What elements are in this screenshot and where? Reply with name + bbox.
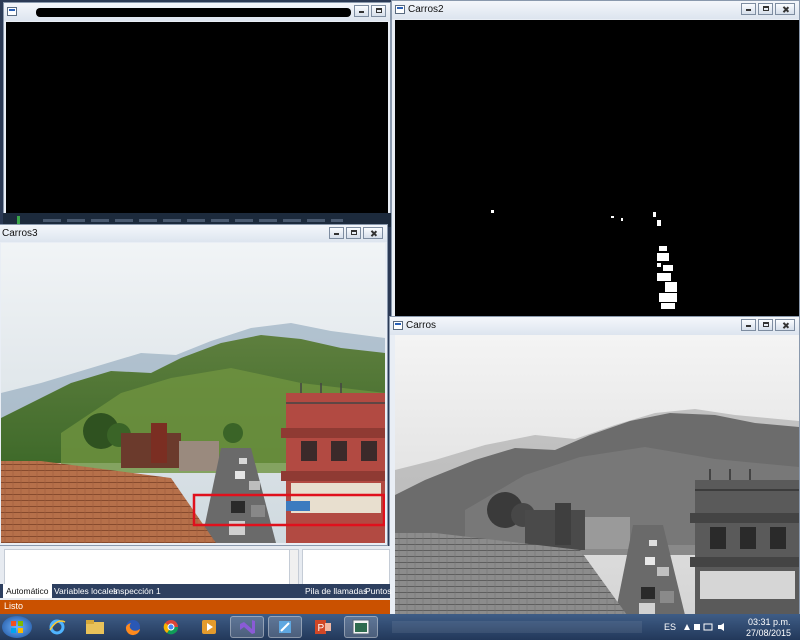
minimize-button[interactable] <box>741 319 756 331</box>
ide-panel: Automático Variables locales Inspección … <box>0 546 391 614</box>
carros3-window[interactable]: Carros3 <box>0 224 388 546</box>
taskbar-blank-region <box>392 621 642 633</box>
ide-right-pane[interactable] <box>302 549 390 587</box>
ide-tab-strip: Automático Variables locales Inspección … <box>0 584 391 598</box>
binary-mask-canvas <box>395 20 799 316</box>
minimize-button[interactable] <box>329 227 344 239</box>
visual-studio-icon[interactable] <box>230 616 264 638</box>
window-title: Carros <box>406 320 437 331</box>
powerpoint-icon[interactable]: P <box>306 616 340 638</box>
close-button[interactable] <box>775 319 795 331</box>
close-button[interactable] <box>775 3 795 15</box>
clock-date[interactable]: 27/08/2015 <box>746 628 791 638</box>
carros2-window[interactable]: Carros2 <box>391 0 800 317</box>
window-titlebar[interactable]: Carros2 <box>392 1 799 19</box>
file-explorer-icon[interactable] <box>78 616 112 638</box>
app-icon[interactable] <box>268 616 302 638</box>
minimize-button[interactable] <box>354 5 369 17</box>
show-hidden-icons-icon <box>684 624 690 630</box>
window-titlebar[interactable]: Carros3 <box>0 225 387 242</box>
close-button[interactable] <box>363 227 383 239</box>
window-titlebar[interactable] <box>4 3 390 21</box>
window-titlebar[interactable]: Carros <box>390 317 799 335</box>
camera-image-grayscale <box>395 335 799 615</box>
windows-start-icon[interactable] <box>2 616 32 638</box>
window-icon <box>7 7 17 16</box>
flag-icon <box>694 624 700 630</box>
ide-output-area[interactable] <box>4 549 299 587</box>
maximize-button[interactable] <box>346 227 361 239</box>
redacted-title <box>36 8 351 17</box>
language-indicator[interactable]: ES <box>664 622 676 632</box>
maximize-button[interactable] <box>758 319 773 331</box>
maximize-button[interactable] <box>758 3 773 15</box>
camera-image-color <box>1 243 385 543</box>
window-icon <box>393 321 403 330</box>
volume-icon <box>718 623 724 631</box>
mask-blobs <box>491 210 677 309</box>
media-player-icon[interactable] <box>192 616 226 638</box>
chrome-icon[interactable] <box>154 616 188 638</box>
redacted-window[interactable] <box>3 2 391 220</box>
status-text: Listo <box>4 601 24 611</box>
street-scene-color <box>1 243 385 543</box>
tab-variables-locales[interactable]: Variables locales <box>54 584 118 598</box>
clock-time[interactable]: 03:31 p.m. <box>748 617 791 627</box>
firefox-icon[interactable] <box>116 616 150 638</box>
ide-status-bar: Listo <box>0 600 390 614</box>
taskbar: P ES 03:31 p.m. 27/08/2015 <box>0 614 800 640</box>
carros-window[interactable]: Carros <box>389 316 800 616</box>
window-title: Carros3 <box>2 228 38 239</box>
tab-automatico[interactable]: Automático <box>3 584 52 598</box>
tab-inspeccion-1[interactable]: Inspección 1 <box>113 584 161 598</box>
image-canvas <box>6 22 388 217</box>
window-title: Carros2 <box>408 4 444 15</box>
window-app-icon[interactable] <box>344 616 378 638</box>
tray-icons[interactable] <box>682 622 734 632</box>
tab-puntos[interactable]: Puntos <box>365 584 391 598</box>
tab-pila-de-llamadas[interactable]: Pila de llamadas <box>305 584 367 598</box>
street-scene-grayscale <box>395 335 799 615</box>
network-icon <box>703 623 713 631</box>
svg-text:P: P <box>318 623 325 634</box>
minimize-button[interactable] <box>741 3 756 15</box>
maximize-button[interactable] <box>371 5 386 17</box>
internet-explorer-icon[interactable] <box>40 616 74 638</box>
ide-scroll-track[interactable] <box>289 550 298 584</box>
window-icon <box>395 5 405 14</box>
